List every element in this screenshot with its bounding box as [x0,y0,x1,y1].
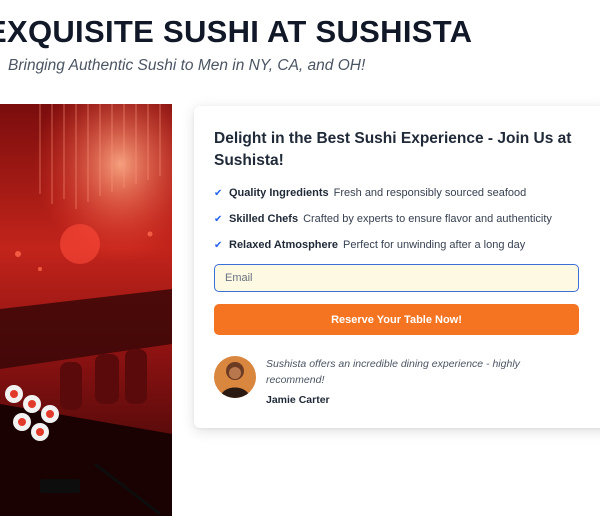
email-field[interactable] [214,264,579,292]
page-title: EXQUISITE SUSHI AT SUSHISTA [0,14,473,49]
feature-item: ✔ Quality Ingredients Fresh and responsi… [214,180,552,206]
feature-description: Fresh and responsibly sourced seafood [333,187,527,199]
card-heading: Delight in the Best Sushi Experience - J… [214,130,572,169]
testimonial-quote: Sushista offers an incredible dining exp… [266,358,520,386]
avatar [214,356,256,398]
feature-item: ✔ Skilled Chefs Crafted by experts to en… [214,206,552,232]
feature-title: Skilled Chefs [229,213,299,225]
page-subtitle: Bringing Authentic Sushi to Men in NY, C… [8,57,366,74]
feature-list: ✔ Quality Ingredients Fresh and responsi… [214,180,552,258]
feature-title: Quality Ingredients [229,187,329,199]
testimonial-author: Jamie Carter [266,394,330,406]
feature-description: Crafted by experts to ensure flavor and … [303,213,552,225]
checkmark-icon: ✔ [214,239,223,251]
feature-title: Relaxed Atmosphere [229,239,339,251]
checkmark-icon: ✔ [214,187,223,199]
feature-description: Perfect for unwinding after a long day [343,239,526,251]
restaurant-photo [0,104,172,516]
checkmark-icon: ✔ [214,213,223,225]
reservation-card: Delight in the Best Sushi Experience - J… [194,106,600,428]
feature-item: ✔ Relaxed Atmosphere Perfect for unwindi… [214,232,552,258]
reserve-table-button[interactable]: Reserve Your Table Now! [214,304,579,335]
